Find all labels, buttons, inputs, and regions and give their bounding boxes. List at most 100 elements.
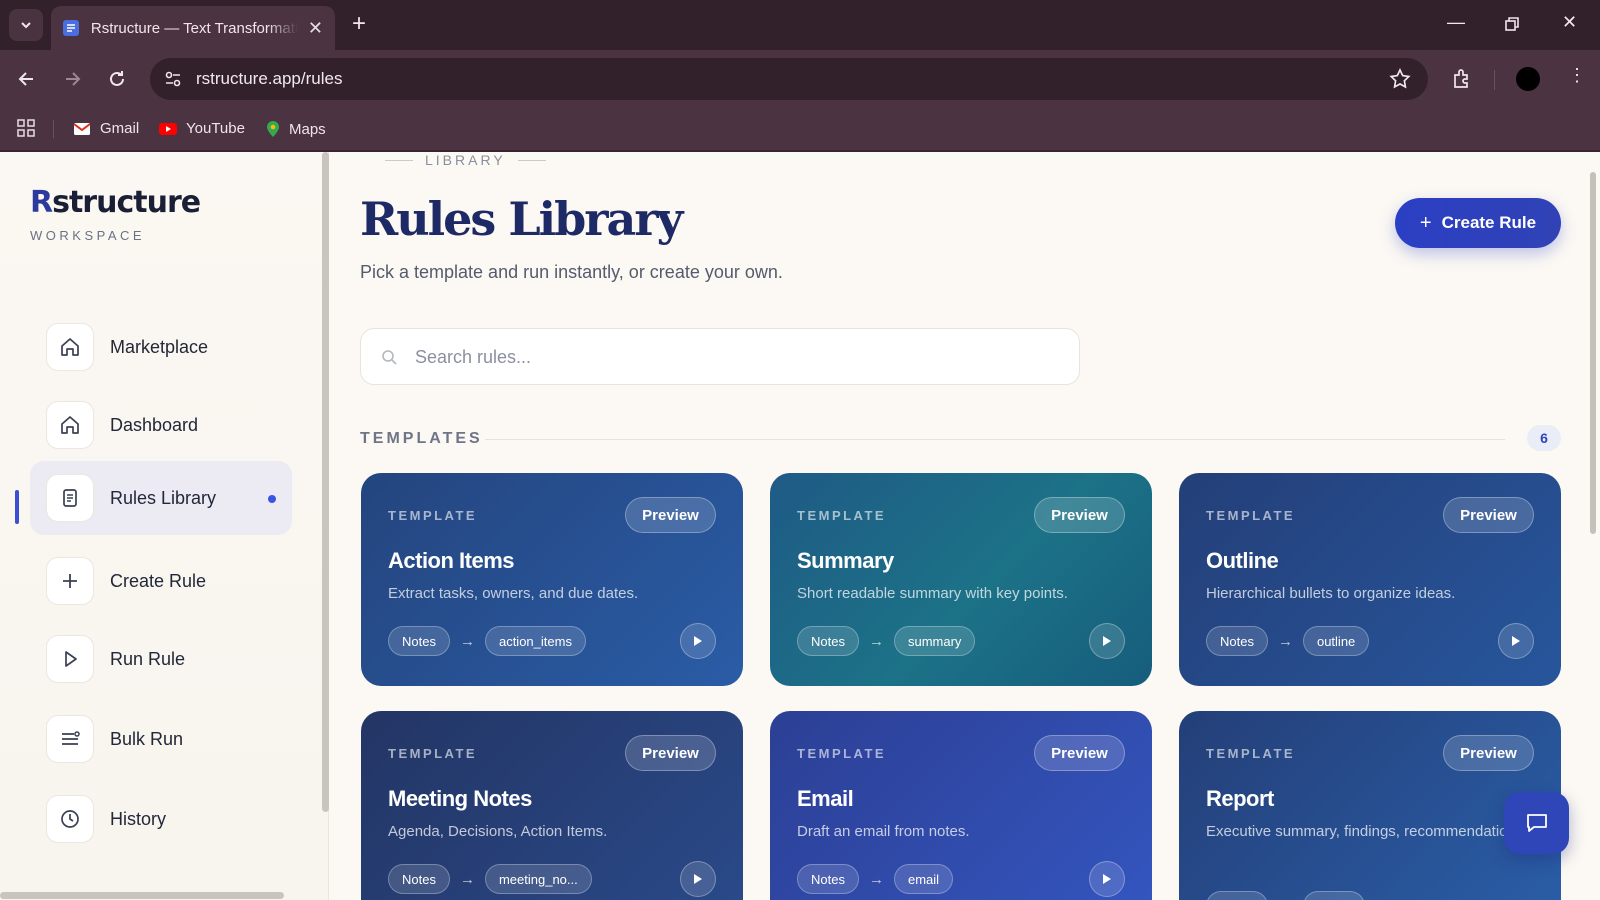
sidebar: Rstructure WORKSPACE Marketplace Dashboa… [0,152,329,900]
run-button[interactable] [1089,623,1125,659]
app-page: Rstructure WORKSPACE Marketplace Dashboa… [0,152,1600,900]
page-scrollbar[interactable] [1590,172,1596,534]
card-description: Hierarchical bullets to organize ideas. [1206,585,1456,602]
back-button[interactable] [15,67,39,91]
arrow-right-icon [66,72,81,86]
brand-subtitle: WORKSPACE [30,228,146,243]
play-icon [1103,636,1111,646]
tab-search-button[interactable] [9,9,43,41]
create-rule-label: Create Rule [1441,213,1537,232]
card-description: Agenda, Decisions, Action Items. [388,823,608,840]
profile-avatar[interactable] [1516,67,1540,91]
sidebar-item-bulk-run[interactable]: Bulk Run [30,702,292,776]
template-card-action-items[interactable]: TEMPLATE Preview Action Items Extract ta… [361,473,743,686]
template-card-meeting-notes[interactable]: TEMPLATE Preview Meeting Notes Agenda, D… [361,711,743,900]
sidebar-item-dashboard[interactable]: Dashboard [30,388,292,462]
card-title: Action Items [388,548,515,573]
input-pill: Notes [797,864,859,894]
chat-button[interactable] [1504,792,1569,854]
sidebar-item-label: Marketplace [110,336,209,357]
sidebar-item-label: Dashboard [110,414,199,435]
run-button[interactable] [1089,861,1125,897]
card-description: Short readable summary with key points. [797,585,1068,602]
sidebar-item-marketplace[interactable]: Marketplace [30,310,292,384]
sidebar-item-history[interactable]: History [30,782,292,856]
output-pill: summary [893,626,976,656]
forward-button[interactable] [60,67,84,91]
template-card-summary[interactable]: TEMPLATE Preview Summary Short readable … [770,473,1152,686]
maps-icon [267,121,279,137]
horizontal-scrollbar[interactable] [0,892,284,899]
card-eyebrow: TEMPLATE [388,508,478,523]
play-icon [1103,874,1111,884]
card-flow: Notes → outline [1206,626,1370,656]
gmail-icon [73,122,91,135]
sidebar-item-rules-library[interactable]: Rules Library [30,461,292,535]
new-tab-button[interactable]: + [352,12,366,36]
card-description: Draft an email from notes. [797,823,970,840]
create-rule-button[interactable]: + Create Rule [1395,198,1561,248]
run-button[interactable] [680,623,716,659]
sidebar-item-label: Create Rule [110,570,207,591]
preview-button[interactable]: Preview [625,735,716,771]
browser-toolbar: rstructure.app/rules ⋮ [0,50,1600,108]
search-input[interactable] [415,341,1055,373]
output-pill: action_items [484,626,586,656]
brand-name: structure [52,185,201,220]
address-bar[interactable]: rstructure.app/rules [150,58,1428,100]
page-eyebrow: LIBRARY [373,152,558,168]
page-subtitle: Pick a template and run instantly, or cr… [360,262,783,282]
tab-title: Rstructure — Text Transformation [90,19,298,37]
bookmark-maps[interactable]: Maps [266,120,326,138]
bookmark-youtube[interactable]: YouTube [159,120,245,137]
play-icon [694,636,702,646]
run-button[interactable] [680,861,716,897]
minimize-icon[interactable]: — [1447,12,1465,33]
output-pill [1303,891,1365,900]
bookmark-label: Gmail [100,120,140,137]
run-button[interactable] [1498,623,1534,659]
url-text: rstructure.app/rules [196,69,343,88]
sidebar-item-label: Run Rule [110,648,186,669]
home-icon [46,323,94,371]
site-settings-icon[interactable] [162,68,184,90]
reload-button[interactable] [105,67,129,91]
card-title: Report [1206,786,1274,811]
section-title: TEMPLATES [360,430,483,447]
preview-button[interactable]: Preview [1443,497,1534,533]
preview-button[interactable]: Preview [625,497,716,533]
template-card-email[interactable]: TEMPLATE Preview Email Draft an email fr… [770,711,1152,900]
sidebar-item-create-rule[interactable]: Create Rule [30,544,292,618]
eyebrow-line [385,159,413,161]
bookmarks-bar: Gmail YouTube Maps [0,108,1600,151]
card-title: Summary [797,548,894,573]
template-card-outline[interactable]: TEMPLATE Preview Outline Hierarchical bu… [1179,473,1561,686]
preview-button[interactable]: Preview [1443,735,1534,771]
more-menu-icon[interactable]: ⋮ [1568,66,1586,84]
brand-logo[interactable]: Rstructure [30,185,201,220]
bookmark-gmail[interactable]: Gmail [73,120,139,137]
input-pill: Notes [797,626,859,656]
star-icon[interactable] [1388,67,1412,91]
close-window-icon[interactable]: ✕ [1562,12,1577,33]
close-tab-icon[interactable]: ✕ [308,19,323,37]
eyebrow-line [517,159,546,161]
bookmarks-divider [53,120,54,138]
input-pill: Notes [1206,626,1268,656]
document-icon [46,474,94,522]
card-flow: Notes → email [797,864,954,894]
play-icon [694,874,702,884]
apps-grid-icon[interactable] [16,118,36,138]
output-pill: meeting_no... [484,864,592,894]
bookmark-label: Maps [289,120,326,138]
arrow-right-icon: → [868,870,884,888]
sidebar-item-run-rule[interactable]: Run Rule [30,622,292,696]
preview-button[interactable]: Preview [1034,735,1125,771]
document-icon [63,20,79,36]
browser-tab-active[interactable]: Rstructure — Text Transformation ✕ [51,6,335,50]
extensions-icon[interactable] [1450,67,1474,91]
card-eyebrow: TEMPLATE [797,746,887,761]
sidebar-scrollbar[interactable] [322,152,329,812]
preview-button[interactable]: Preview [1034,497,1125,533]
restore-icon[interactable] [1504,16,1520,32]
